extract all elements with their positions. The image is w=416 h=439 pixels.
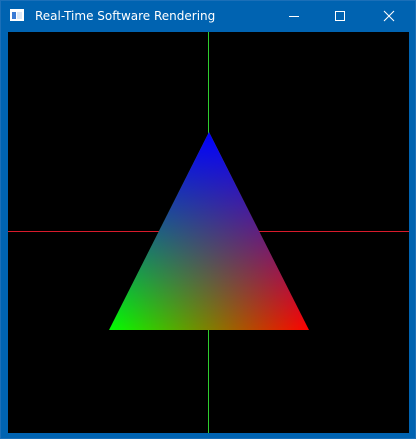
maximize-icon — [335, 11, 345, 21]
window-title: Real-Time Software Rendering — [35, 9, 216, 23]
close-button[interactable] — [363, 1, 415, 31]
render-viewport[interactable] — [8, 32, 409, 433]
maximize-button[interactable] — [317, 1, 363, 31]
title-bar[interactable]: Real-Time Software Rendering — [1, 1, 415, 31]
minimize-icon — [289, 16, 299, 17]
close-icon — [383, 10, 395, 22]
render-canvas — [8, 32, 409, 433]
app-window: Real-Time Software Rendering — [0, 0, 416, 439]
minimize-button[interactable] — [271, 1, 317, 31]
app-window-icon[interactable] — [10, 9, 24, 21]
